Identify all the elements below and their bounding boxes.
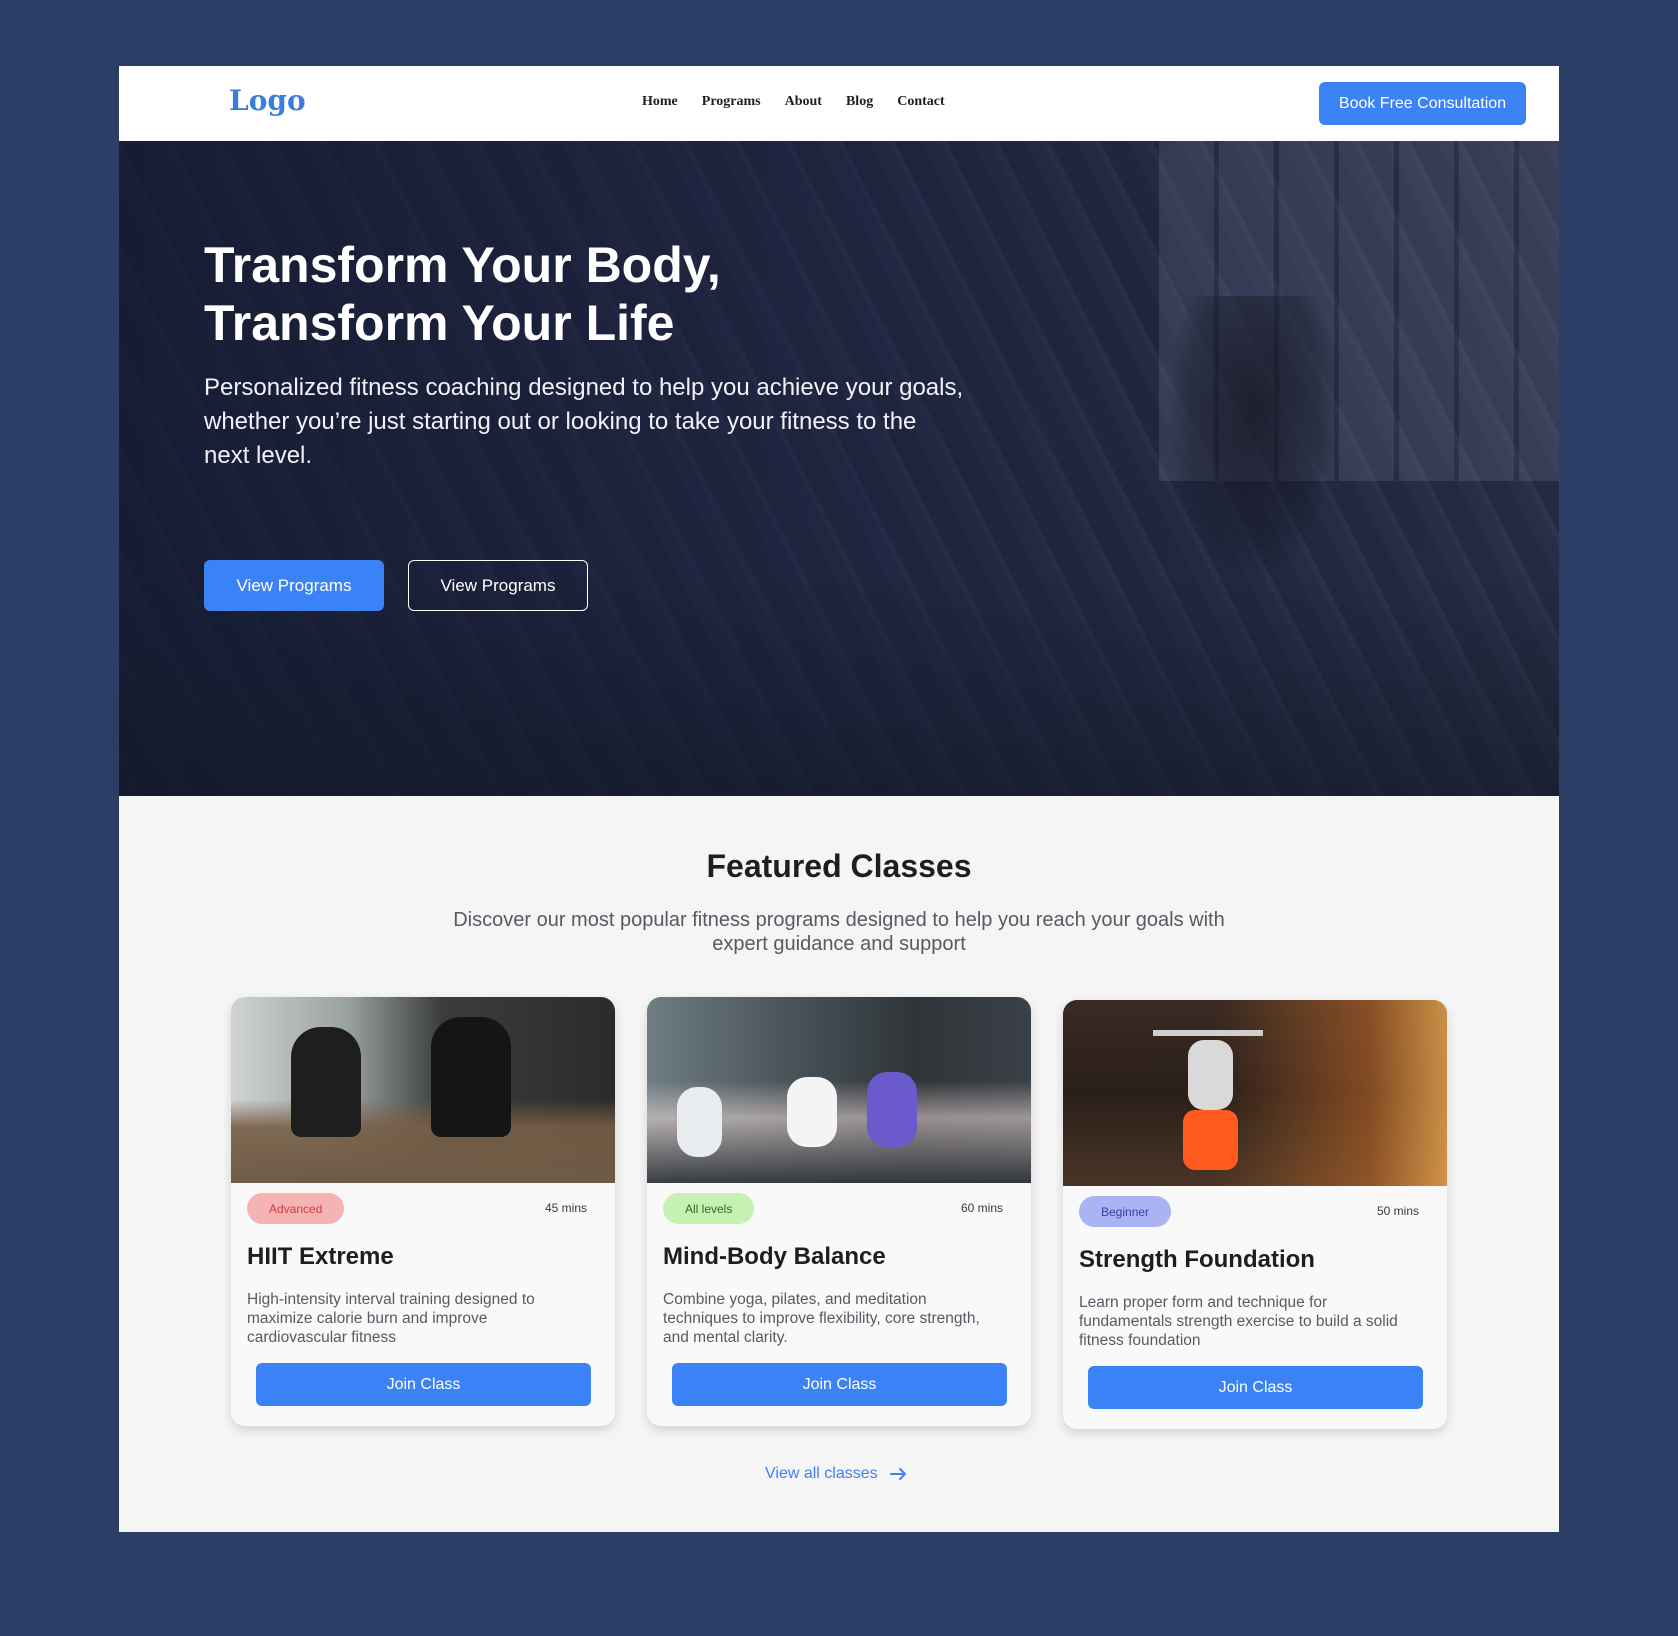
class-card-strength: Beginner 50 mins Strength Foundation Lea… xyxy=(1063,1000,1447,1429)
nav-links: Home Programs About Blog Contact xyxy=(642,94,945,110)
class-description: Combine yoga, pilates, and meditation te… xyxy=(663,1291,980,1346)
class-card-hiit: Advanced 45 mins HIIT Extreme High-inten… xyxy=(231,997,615,1426)
nav-link-home[interactable]: Home xyxy=(642,94,678,110)
nav-link-blog[interactable]: Blog xyxy=(846,94,873,110)
logo[interactable]: Logo xyxy=(229,84,306,117)
class-image-mind-body xyxy=(647,997,1031,1183)
view-programs-outline-button[interactable]: View Programs xyxy=(408,560,588,611)
hero-subtitle: Personalized fitness coaching designed t… xyxy=(204,374,964,469)
nav-link-programs[interactable]: Programs xyxy=(702,94,761,110)
hero-section: Transform Your Body, Transform Your Life… xyxy=(119,141,1559,796)
landing-page: Logo Home Programs About Blog Contact Bo… xyxy=(119,66,1559,1532)
featured-classes-title: Featured Classes xyxy=(706,848,972,884)
class-title: HIIT Extreme xyxy=(247,1243,394,1270)
join-class-button[interactable]: Join Class xyxy=(256,1363,591,1406)
class-card-mind-body: All levels 60 mins Mind-Body Balance Com… xyxy=(647,997,1031,1426)
view-programs-button[interactable]: View Programs xyxy=(204,560,384,611)
class-image-strength xyxy=(1063,1000,1447,1186)
navbar: Logo Home Programs About Blog Contact Bo… xyxy=(119,66,1559,141)
book-consultation-button[interactable]: Book Free Consultation xyxy=(1319,82,1526,125)
join-class-button[interactable]: Join Class xyxy=(672,1363,1007,1406)
nav-link-contact[interactable]: Contact xyxy=(897,94,944,110)
level-badge: Advanced xyxy=(247,1193,345,1224)
nav-link-about[interactable]: About xyxy=(785,94,822,110)
featured-classes-subtitle: Discover our most popular fitness progra… xyxy=(453,909,1225,955)
join-class-button[interactable]: Join Class xyxy=(1088,1366,1423,1409)
class-description: Learn proper form and technique for fund… xyxy=(1079,1294,1398,1349)
level-badge: Beginner xyxy=(1079,1196,1172,1227)
arrow-right-icon xyxy=(889,1467,908,1481)
level-badge: All levels xyxy=(663,1193,755,1224)
class-title: Mind-Body Balance xyxy=(663,1243,886,1270)
class-duration: 60 mins xyxy=(960,1201,1003,1215)
class-title: Strength Foundation xyxy=(1079,1246,1315,1273)
class-duration: 45 mins xyxy=(544,1201,587,1215)
hero-title: Transform Your Body, Transform Your Life xyxy=(204,237,721,351)
hero-background-figure xyxy=(1169,296,1339,576)
view-all-label: View all classes xyxy=(765,1465,878,1482)
view-all-classes-link[interactable]: View all classes xyxy=(765,1465,908,1483)
class-description: High-intensity interval training designe… xyxy=(247,1291,535,1346)
class-image-hiit xyxy=(231,997,615,1183)
class-duration: 50 mins xyxy=(1376,1204,1419,1218)
